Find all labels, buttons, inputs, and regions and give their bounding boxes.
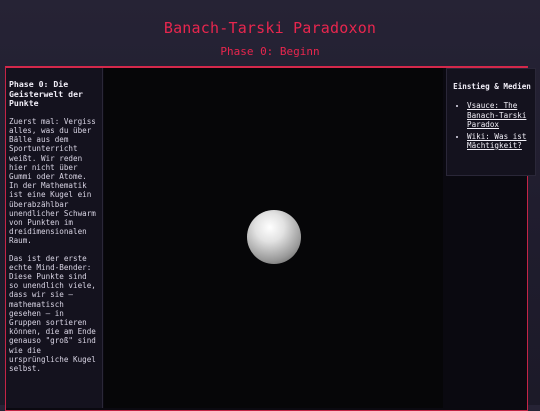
sphere[interactable]	[247, 210, 301, 264]
media-link-vsauce[interactable]: Vsauce: The Banach-Tarski Paradox	[467, 101, 526, 129]
media-panel-heading: Einstieg & Medien	[453, 82, 531, 91]
list-item: Wiki: Was ist Mächtigkeit?	[467, 132, 531, 151]
phase-label: Phase 0: Beginn	[220, 45, 320, 58]
list-item: Vsauce: The Banach-Tarski Paradox	[467, 101, 531, 129]
media-panel: Einstieg & Medien Vsauce: The Banach-Tar…	[446, 68, 536, 176]
3d-canvas[interactable]	[104, 68, 443, 408]
media-link-list: Vsauce: The Banach-Tarski Paradox Wiki: …	[453, 101, 531, 150]
page-title: Banach-Tarski Paradoxon	[163, 19, 377, 37]
info-paragraph-1: Zuerst mal: Vergiss alles, was du über B…	[9, 116, 96, 246]
info-paragraph-2: Das ist der erste echte Mind-Bender: Die…	[9, 253, 96, 374]
media-link-wiki[interactable]: Wiki: Was ist Mächtigkeit?	[467, 132, 526, 150]
info-panel-heading: Phase 0: Die Geisterwelt der Punkte	[9, 79, 83, 109]
info-panel[interactable]: Phase 0: Die Geisterwelt der Punkte Zuer…	[6, 68, 103, 408]
page-header: Banach-Tarski Paradoxon Phase 0: Beginn	[0, 0, 540, 66]
